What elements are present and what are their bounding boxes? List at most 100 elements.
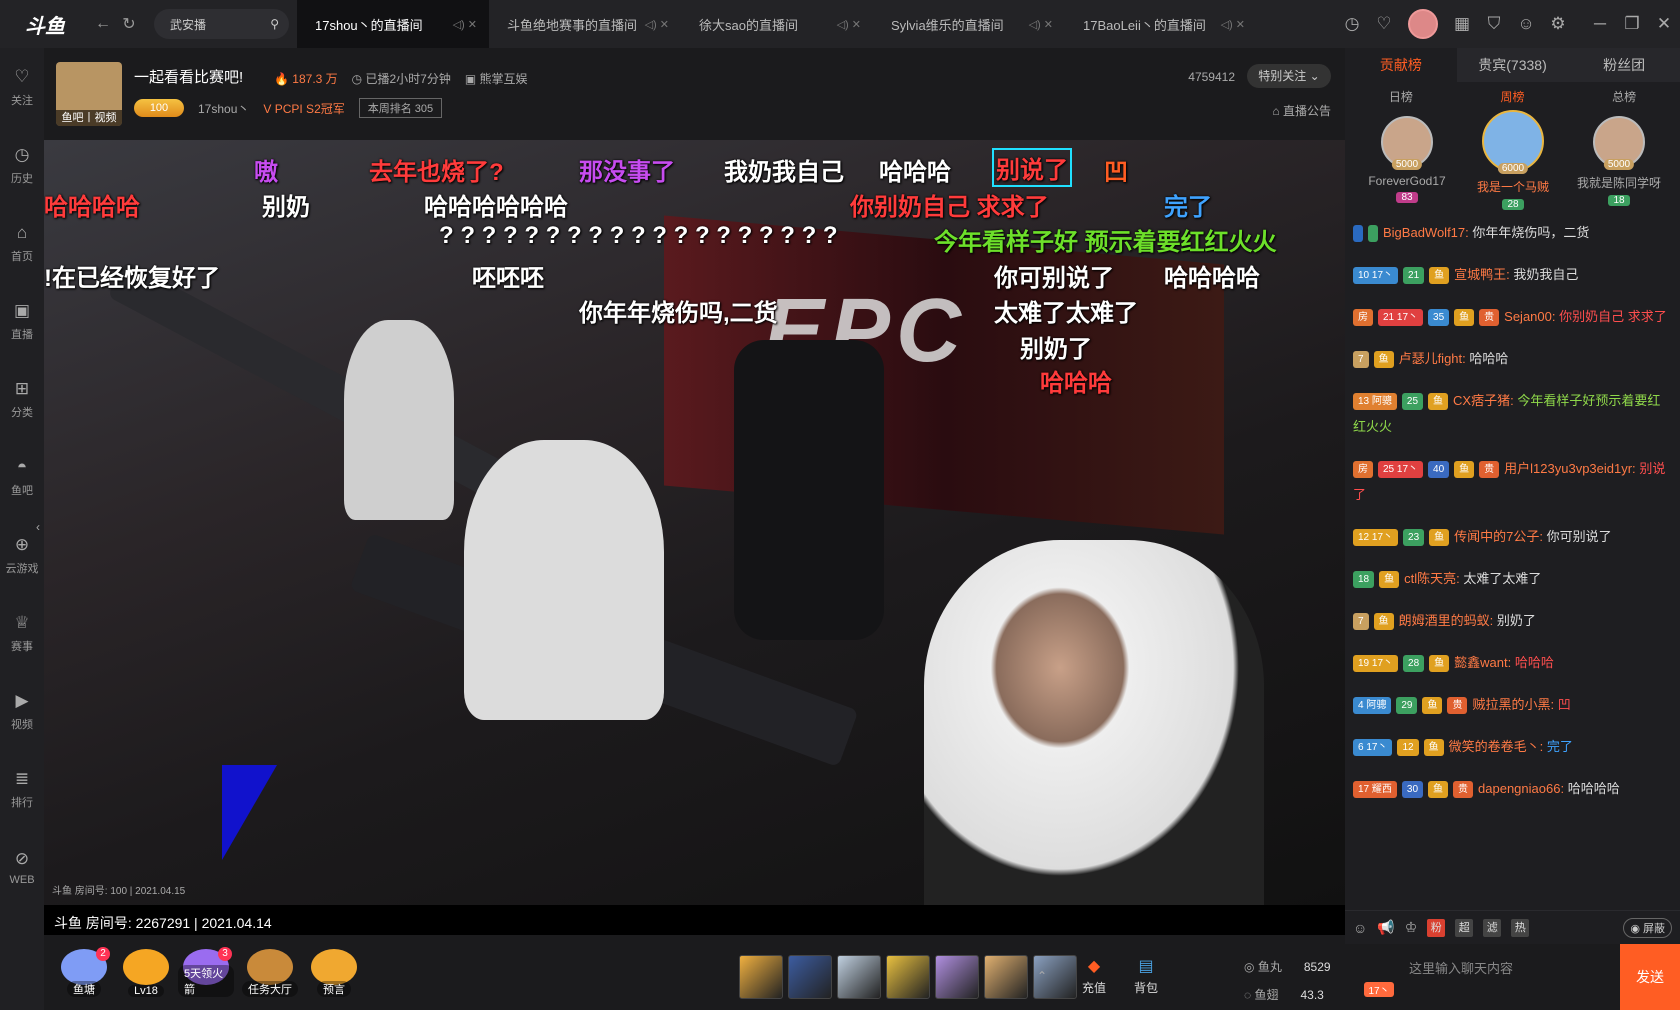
weekly-rank[interactable]: 本周排名 305: [358, 98, 443, 118]
back-icon[interactable]: ←: [90, 11, 116, 37]
tab-close-icon[interactable]: ✕: [852, 19, 861, 31]
room-category[interactable]: 熊掌互娱: [480, 72, 528, 86]
message-icon[interactable]: ☺: [1510, 0, 1542, 48]
search-icon[interactable]: ⚲: [270, 17, 279, 31]
sidebar-item-3[interactable]: ▣ 直播: [0, 282, 44, 360]
gift-item[interactable]: [837, 955, 881, 999]
user-avatar[interactable]: [1408, 9, 1438, 39]
special-follow-button[interactable]: 特别关注 ⌄: [1247, 64, 1331, 88]
action-3[interactable]: 任务大厅: [242, 949, 298, 999]
mute-icon[interactable]: ◁): [1221, 19, 1233, 31]
podium-entry[interactable]: 5000 ForeverGod17 83: [1347, 116, 1467, 203]
send-button[interactable]: 发送: [1620, 944, 1680, 1010]
podium-avatar[interactable]: 6000: [1482, 110, 1544, 174]
backpack-button[interactable]: ▤ 背包: [1124, 953, 1168, 999]
browser-tab[interactable]: 徐大sao的直播间 ◁) ✕: [681, 0, 873, 48]
sidebar-item-8[interactable]: ▶ 视频: [0, 672, 44, 750]
action-0[interactable]: 2 鱼塘: [56, 947, 112, 999]
streamer-name[interactable]: 17shou丶: [198, 100, 249, 117]
douyu-logo[interactable]: 斗鱼: [0, 0, 90, 48]
browser-tab[interactable]: 17shou丶的直播间 ◁) ✕: [297, 0, 489, 48]
chat-username[interactable]: BigBadWolf17:: [1383, 225, 1469, 240]
avatar-label[interactable]: 鱼吧丨视频: [56, 110, 122, 126]
action-1[interactable]: Lv18: [118, 949, 174, 999]
search-input[interactable]: 武安播: [170, 16, 206, 33]
browser-tab[interactable]: 17BaoLeii丶的直播间 ◁) ✕: [1065, 0, 1257, 48]
tab-close-icon[interactable]: ✕: [1044, 19, 1053, 31]
chat-input[interactable]: 这里输入聊天内容: [1409, 957, 1620, 997]
sidebar-item-5[interactable]: ◓ 鱼吧: [0, 438, 44, 516]
podium-name[interactable]: 我是一个马贼: [1453, 178, 1573, 195]
settings-gear-icon[interactable]: ⚙: [1542, 0, 1574, 48]
tab-close-icon[interactable]: ✕: [660, 19, 669, 31]
live-notice-button[interactable]: ⌂ 直播公告: [1272, 102, 1331, 119]
mute-icon[interactable]: ◁): [645, 19, 657, 31]
chat-username[interactable]: 宣城鸭王:: [1454, 267, 1510, 282]
honor-badge[interactable]: V PCPI S2冠军: [263, 100, 344, 117]
chat-username[interactable]: ctl陈天亮:: [1404, 571, 1460, 586]
chat-username[interactable]: 朗姆酒里的蚂蚁:: [1399, 613, 1494, 628]
tab-rank-0[interactable]: 贡献榜: [1345, 48, 1457, 82]
subtab-1[interactable]: 周榜: [1457, 88, 1569, 105]
chat-username[interactable]: 微笑的卷卷毛丶:: [1449, 739, 1544, 754]
chat-filter-tag[interactable]: 粉: [1427, 918, 1446, 937]
sidebar-item-10[interactable]: ⊘ WEB: [0, 828, 44, 906]
recharge-button[interactable]: ◆ 充值: [1072, 953, 1116, 999]
streamer-avatar[interactable]: 鱼吧丨视频: [56, 62, 122, 126]
history-clock-icon[interactable]: ◷: [1336, 0, 1368, 48]
megaphone-icon[interactable]: 📢: [1377, 919, 1394, 936]
chat-filter-tag[interactable]: 超: [1455, 918, 1474, 937]
chat-username[interactable]: CX痞子猪:: [1453, 393, 1514, 408]
calendar-icon[interactable]: ▦: [1446, 0, 1478, 48]
podium-entry[interactable]: 5000 我就是陈同学呀 18: [1559, 116, 1679, 206]
sidebar-item-0[interactable]: ♡ 关注: [0, 48, 44, 126]
user-level-badge[interactable]: 17丶: [1357, 957, 1401, 997]
gift-item[interactable]: [886, 955, 930, 999]
sidebar-item-2[interactable]: ⌂ 首页: [0, 204, 44, 282]
gift-item[interactable]: [739, 955, 783, 999]
action-4[interactable]: 预言: [306, 949, 362, 999]
restore-icon[interactable]: ❐: [1616, 0, 1648, 48]
refresh-icon[interactable]: ↻: [116, 11, 142, 37]
subtab-2[interactable]: 总榜: [1568, 88, 1680, 105]
block-button[interactable]: ◉ 屏蔽: [1623, 917, 1672, 938]
close-icon[interactable]: ✕: [1648, 0, 1680, 48]
subtab-0[interactable]: 日榜: [1345, 88, 1457, 105]
podium-name[interactable]: ForeverGod17: [1347, 174, 1467, 188]
chat-filter-tag[interactable]: 滤: [1483, 918, 1502, 937]
chat-username[interactable]: 懿鑫want:: [1454, 655, 1511, 670]
browser-tab[interactable]: Sylvia维乐的直播间 ◁) ✕: [873, 0, 1065, 48]
action-2[interactable]: 3 5天领火箭: [178, 947, 234, 999]
favorite-heart-icon[interactable]: ♡: [1368, 0, 1400, 48]
podium-avatar[interactable]: 5000: [1593, 116, 1645, 170]
sidebar-item-9[interactable]: ≣ 排行: [0, 750, 44, 828]
tshirt-icon[interactable]: ⛉: [1478, 0, 1510, 48]
chat-username[interactable]: dapengniao66:: [1478, 781, 1564, 796]
expand-gifts-icon[interactable]: ⌃: [1030, 953, 1054, 999]
chat-username[interactable]: 传闻中的7公子:: [1454, 529, 1543, 544]
search-box[interactable]: 武安播 ⚲: [154, 9, 289, 39]
chat-username[interactable]: 卢瑟儿fight:: [1399, 351, 1466, 366]
chat-list[interactable]: BigBadWolf17: 你年年烧伤吗，二货 10 17丶 21 鱼宣城鸭王: 我奶…: [1345, 220, 1680, 910]
tab-close-icon[interactable]: ✕: [468, 19, 477, 31]
browser-tab[interactable]: 斗鱼绝地赛事的直播间 ◁) ✕: [489, 0, 681, 48]
crown-icon[interactable]: ♔: [1405, 919, 1418, 936]
sidebar-item-1[interactable]: ◷ 历史: [0, 126, 44, 204]
podium-name[interactable]: 我就是陈同学呀: [1559, 174, 1679, 191]
chat-filter-tag[interactable]: 热: [1511, 918, 1530, 937]
emoji-icon[interactable]: ☺: [1353, 920, 1367, 936]
mute-icon[interactable]: ◁): [1029, 19, 1041, 31]
gift-item[interactable]: [935, 955, 979, 999]
chat-username[interactable]: 贼拉黑的小黑:: [1472, 697, 1554, 712]
tab-rank-1[interactable]: 贵宾(7338): [1457, 48, 1569, 82]
collapse-sidebar-icon[interactable]: ‹: [36, 520, 44, 542]
podium-avatar[interactable]: 5000: [1381, 116, 1433, 170]
chat-username[interactable]: Sejan00:: [1504, 309, 1555, 324]
gift-item[interactable]: [788, 955, 832, 999]
chat-username[interactable]: 用户l123yu3vp3eid1yr:: [1504, 461, 1636, 476]
gift-item[interactable]: [984, 955, 1028, 999]
video-player[interactable]: EPC 斗鱼 房间号: 100 | 2021.04.15 嗷去年也烧了? 那没事了…: [44, 140, 1345, 905]
sidebar-item-7[interactable]: ♕ 赛事: [0, 594, 44, 672]
sidebar-item-4[interactable]: ⊞ 分类: [0, 360, 44, 438]
mute-icon[interactable]: ◁): [453, 19, 465, 31]
